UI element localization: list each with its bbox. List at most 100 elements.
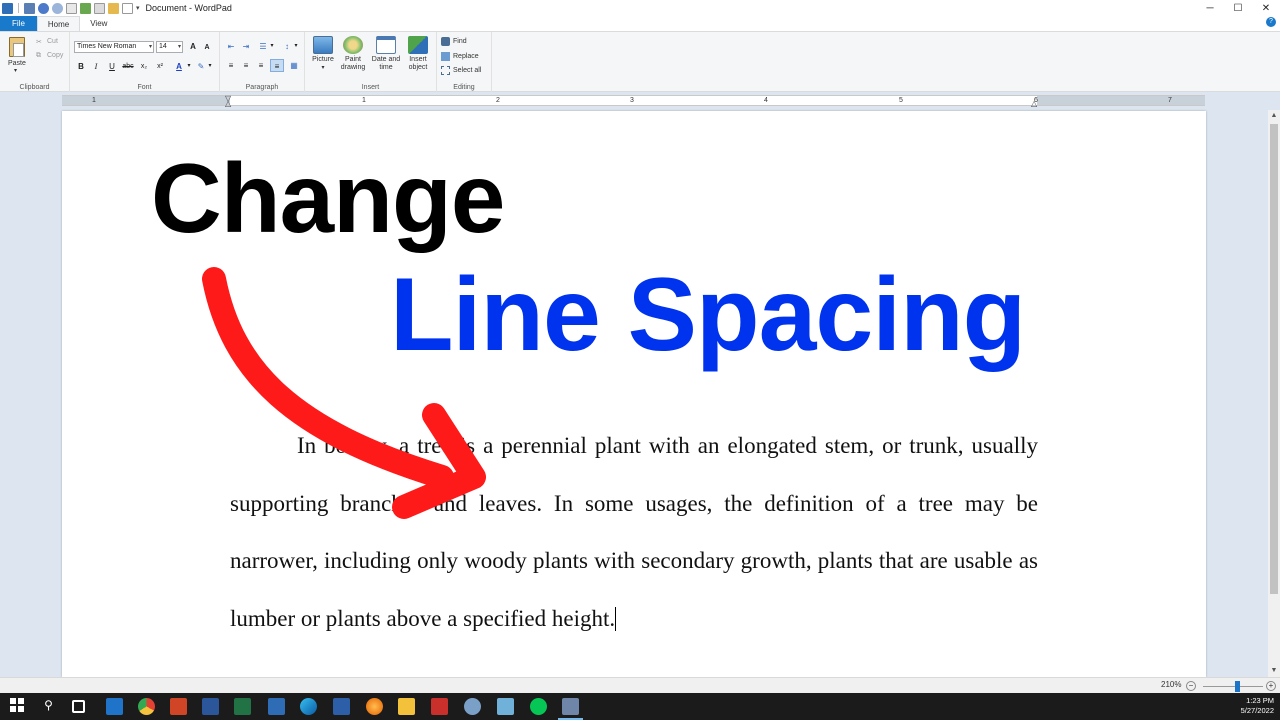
- superscript-button[interactable]: x²: [153, 60, 167, 73]
- find-button[interactable]: Find: [441, 37, 467, 46]
- font-size-value: 14: [159, 43, 167, 50]
- strikethrough-button[interactable]: abc: [121, 60, 135, 73]
- window-controls: ─ ☐ ✕: [1196, 0, 1280, 16]
- calendar-app-icon[interactable]: [333, 698, 350, 715]
- right-indent-marker[interactable]: △: [1031, 99, 1037, 108]
- scrollbar-thumb[interactable]: [1270, 124, 1278, 594]
- justify-icon[interactable]: ≡: [270, 59, 284, 72]
- powerpoint-icon[interactable]: [170, 698, 187, 715]
- close-button[interactable]: ✕: [1252, 0, 1280, 16]
- ruler-number: 1: [362, 97, 366, 104]
- tab-home[interactable]: Home: [36, 16, 81, 31]
- italic-button[interactable]: I: [89, 60, 103, 73]
- copy-button[interactable]: Copy: [47, 52, 63, 59]
- print-preview-icon[interactable]: [94, 2, 105, 14]
- wordpad-app-icon[interactable]: [2, 2, 13, 14]
- save-icon[interactable]: [24, 2, 35, 14]
- paste-button[interactable]: Paste: [8, 60, 26, 67]
- ruler[interactable]: 1 1 2 3 4 5 6 7 ▽ △ △: [62, 94, 1205, 108]
- remote-desktop-icon[interactable]: [268, 698, 285, 715]
- ruler-number: 2: [496, 97, 500, 104]
- wordpad-taskbar-icon[interactable]: [558, 698, 583, 720]
- zoom-in-button[interactable]: +: [1266, 681, 1276, 691]
- cut-icon: ✂: [36, 39, 42, 46]
- taskbar: ⚲ 1:23 PM 5/27/2022: [0, 693, 1280, 720]
- video-editor-icon[interactable]: [431, 698, 448, 715]
- replace-label: Replace: [453, 53, 479, 60]
- document-page[interactable]: Change Line Spacing In botany, a tree is…: [62, 111, 1206, 677]
- paragraph-group: ⇤ ⇥ ☰ ▾ ↕ ▾ ≡ ≡ ≡ ≡ ▦ Paragraph: [220, 32, 305, 92]
- ruler-number: 7: [1168, 97, 1172, 104]
- left-indent-marker[interactable]: △: [225, 99, 231, 108]
- snipping-tool-icon[interactable]: [497, 698, 514, 715]
- chevron-down-icon: ▾: [177, 44, 181, 50]
- subscript-button[interactable]: x₂: [137, 60, 151, 73]
- line-spacing-dropdown-icon[interactable]: ▾: [289, 40, 303, 53]
- align-right-icon[interactable]: ≡: [254, 59, 268, 72]
- ribbon: Paste ▾ ✂ Cut ⧉ Copy Clipboard Times New…: [0, 31, 1280, 92]
- ruler-number: 4: [764, 97, 768, 104]
- tab-file[interactable]: File: [0, 16, 37, 31]
- redo-icon[interactable]: [52, 2, 63, 14]
- excel-icon[interactable]: [234, 698, 251, 715]
- scroll-up-icon[interactable]: ▲: [1268, 110, 1280, 122]
- customize-qat-icon[interactable]: ▾: [136, 4, 140, 12]
- paste-dropdown-icon[interactable]: ▾: [14, 67, 17, 74]
- bold-button[interactable]: B: [74, 60, 88, 73]
- task-view-icon[interactable]: [72, 700, 85, 713]
- mail-icon[interactable]: [106, 698, 123, 715]
- print-icon[interactable]: [80, 2, 91, 14]
- help-icon[interactable]: ?: [1266, 17, 1276, 27]
- editing-group: Find Replace Select all Editing: [437, 32, 492, 92]
- search-icon[interactable]: ⚲: [40, 698, 57, 715]
- qat-separator: [18, 3, 19, 13]
- open-icon[interactable]: [108, 2, 119, 14]
- highlight-dropdown-icon[interactable]: ▾: [203, 60, 217, 73]
- firefox-icon[interactable]: [366, 698, 383, 715]
- tab-view[interactable]: View: [80, 16, 117, 31]
- bullets-dropdown-icon[interactable]: ▾: [265, 40, 279, 53]
- paste-icon[interactable]: [9, 37, 25, 57]
- insert-object-button[interactable]: Insert object: [403, 36, 433, 72]
- paragraph-settings-icon[interactable]: ▦: [287, 59, 301, 72]
- font-size-select[interactable]: 14 ▾: [156, 41, 183, 53]
- increase-indent-icon[interactable]: ⇥: [239, 40, 253, 53]
- minimize-button[interactable]: ─: [1196, 0, 1224, 16]
- scroll-down-icon[interactable]: ▼: [1268, 665, 1280, 677]
- email-icon[interactable]: [66, 2, 77, 14]
- object-icon: [408, 36, 428, 54]
- font-family-select[interactable]: Times New Roman ▾: [74, 41, 154, 53]
- maximize-button[interactable]: ☐: [1224, 0, 1252, 16]
- cut-button[interactable]: Cut: [47, 38, 58, 45]
- date-label-line2: time: [379, 64, 393, 71]
- shrink-font-button[interactable]: A: [200, 41, 214, 54]
- new-icon[interactable]: [122, 2, 133, 14]
- zoom-slider-thumb[interactable]: [1235, 681, 1240, 692]
- system-clock[interactable]: 1:23 PM 5/27/2022: [1241, 696, 1274, 716]
- zoom-out-button[interactable]: −: [1186, 681, 1196, 691]
- file-explorer-icon[interactable]: [398, 698, 415, 715]
- replace-button[interactable]: Replace: [441, 52, 479, 61]
- select-all-button[interactable]: Select all: [441, 66, 481, 75]
- date-time-button[interactable]: Date and time: [371, 36, 401, 72]
- align-left-icon[interactable]: ≡: [224, 59, 238, 72]
- replace-icon: [441, 52, 450, 61]
- paint-app-icon[interactable]: [464, 698, 481, 715]
- align-center-icon[interactable]: ≡: [239, 59, 253, 72]
- grow-font-button[interactable]: A: [186, 40, 200, 53]
- zoom-slider-track[interactable]: [1203, 686, 1263, 687]
- word-icon[interactable]: [202, 698, 219, 715]
- underline-button[interactable]: U: [105, 60, 119, 73]
- line-app-icon[interactable]: [530, 698, 547, 715]
- red-arrow-icon: [202, 267, 486, 519]
- date-label-line1: Date and: [371, 56, 401, 63]
- undo-icon[interactable]: [38, 2, 49, 14]
- picture-button[interactable]: Picture ▾: [308, 36, 338, 72]
- start-button[interactable]: [10, 698, 27, 715]
- decrease-indent-icon[interactable]: ⇤: [224, 40, 238, 53]
- edge-icon[interactable]: [300, 698, 317, 715]
- chrome-icon[interactable]: [138, 698, 155, 715]
- vertical-scrollbar[interactable]: ▲ ▼: [1268, 110, 1280, 677]
- calendar-icon: [376, 36, 396, 54]
- paint-drawing-button[interactable]: Paint drawing: [338, 36, 368, 72]
